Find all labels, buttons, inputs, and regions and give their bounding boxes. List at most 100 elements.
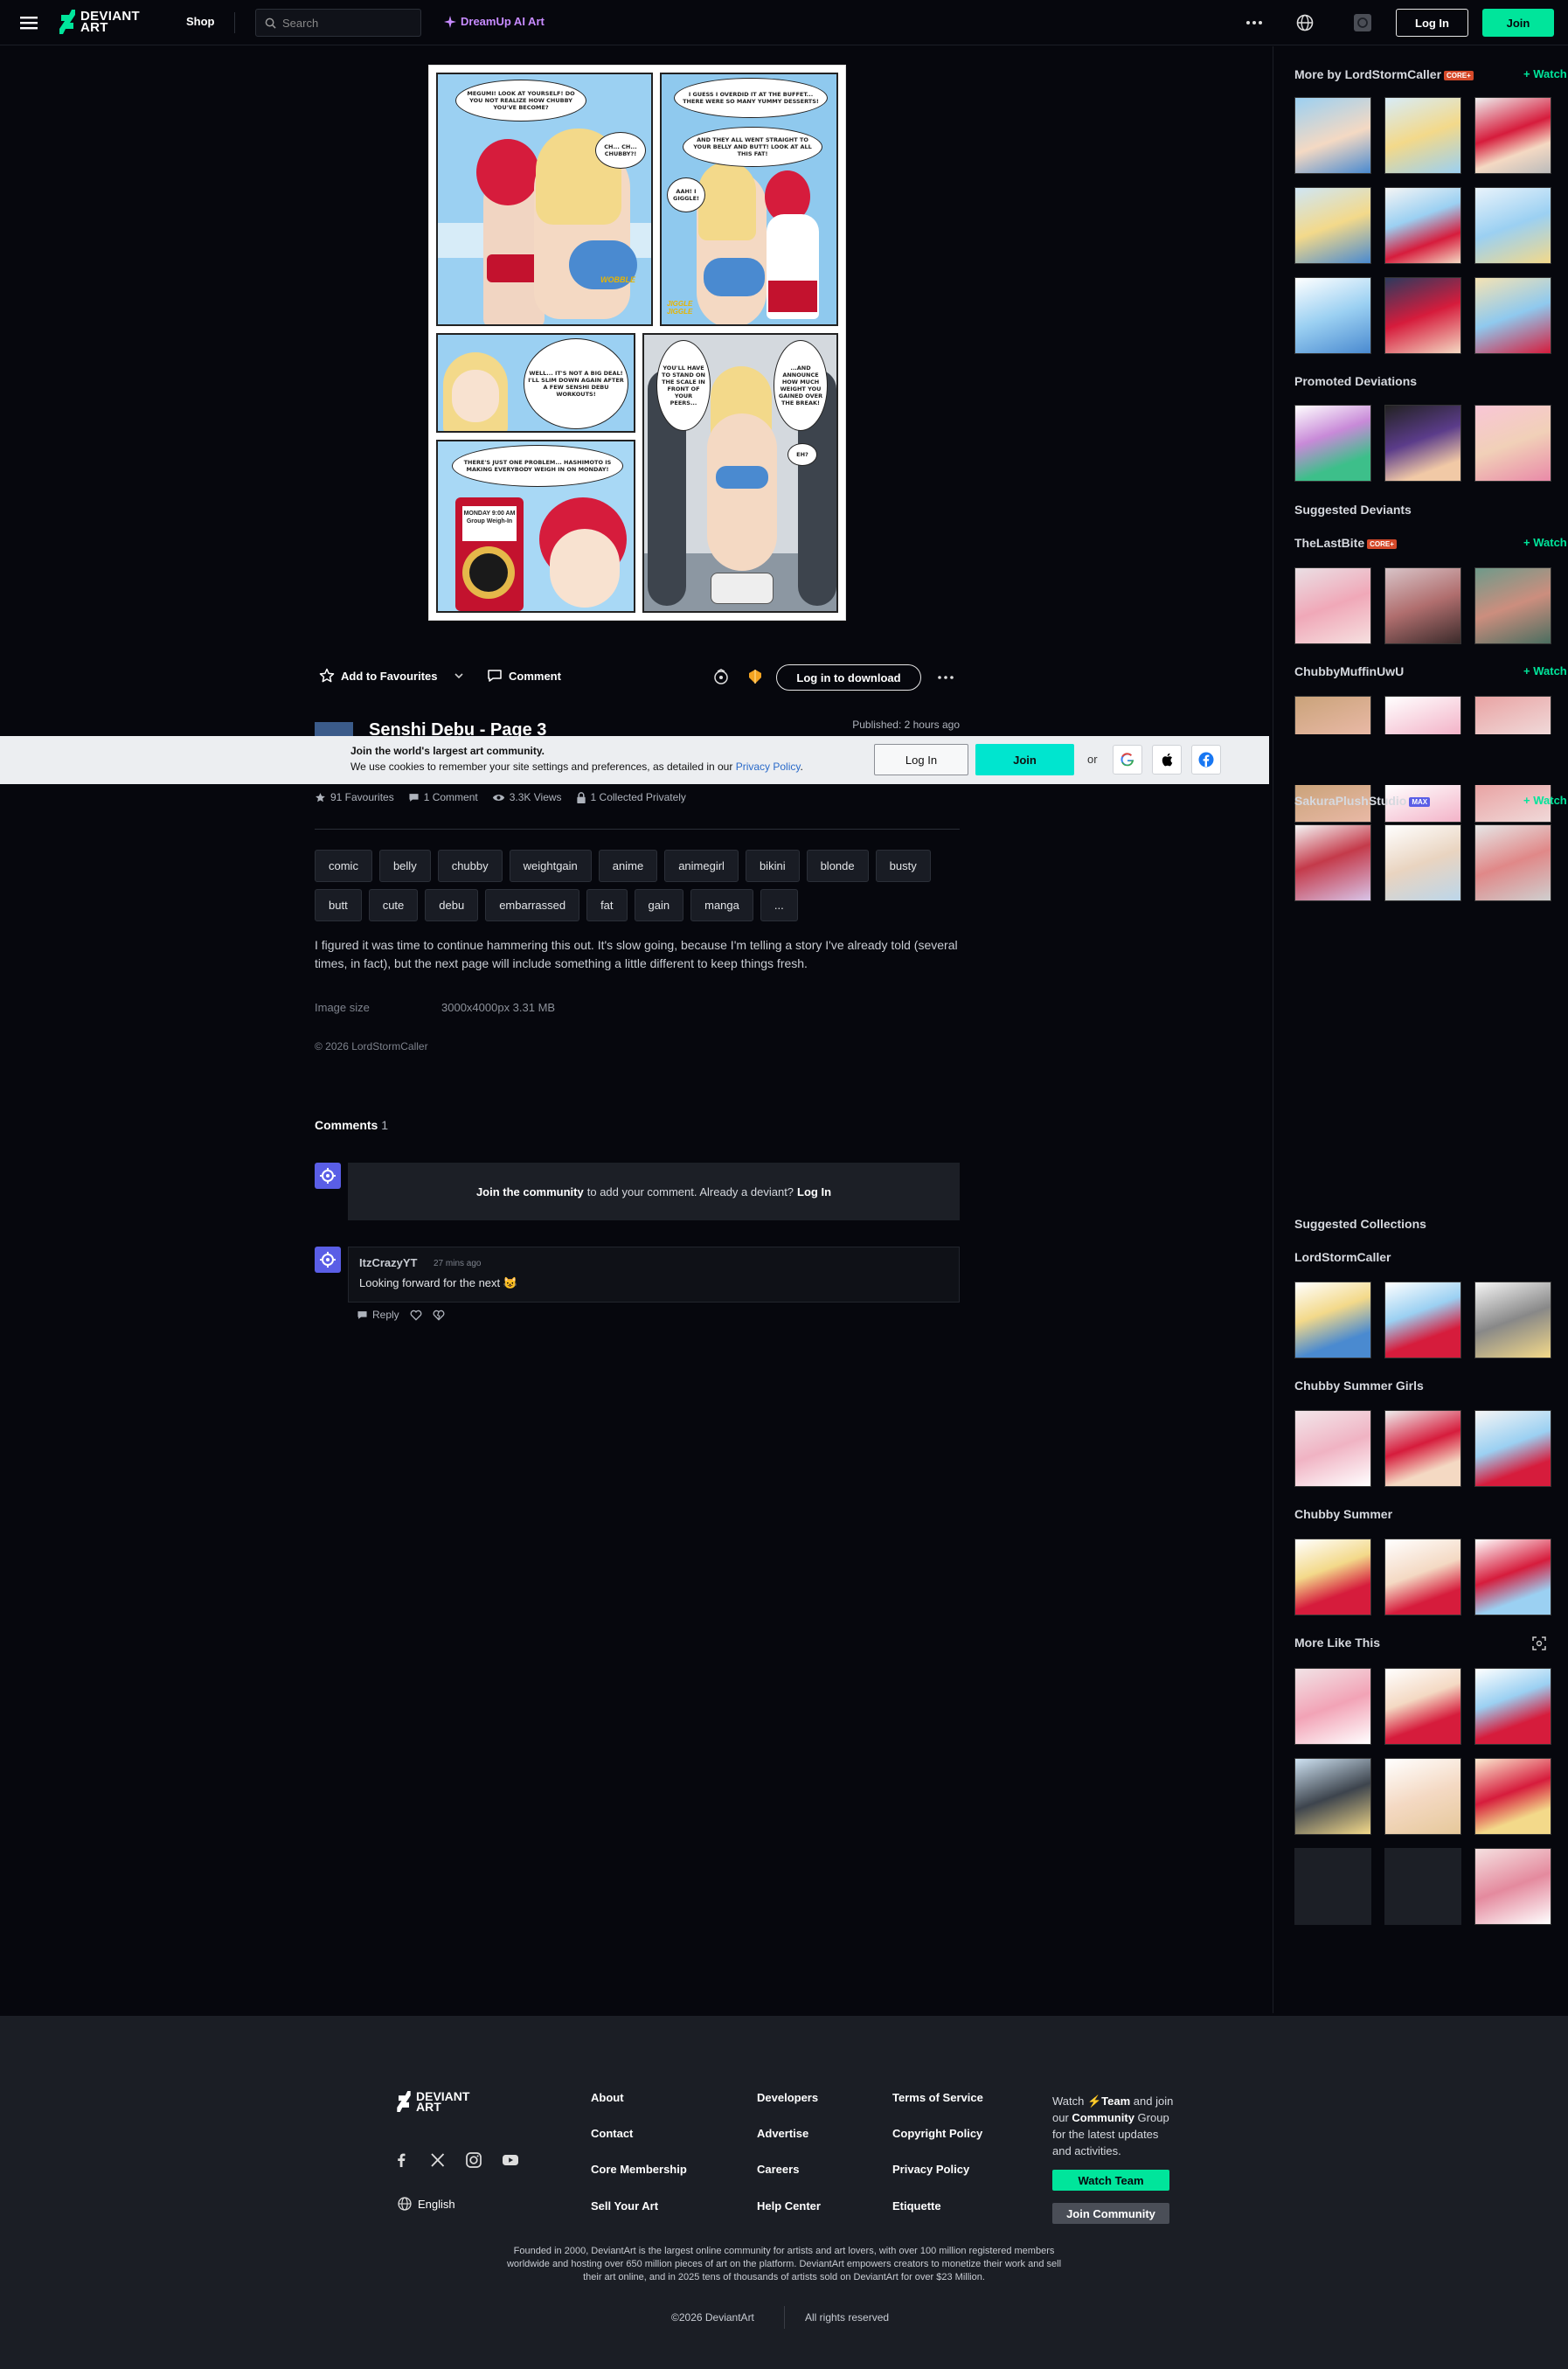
thumbnail[interactable]: [1474, 567, 1551, 644]
login-to-download-button[interactable]: Log in to download: [776, 664, 921, 691]
thumbnail[interactable]: [1294, 567, 1371, 644]
tag[interactable]: debu: [425, 889, 479, 921]
footer-link[interactable]: Sell Your Art: [591, 2199, 658, 2213]
chevron-down-icon[interactable]: [453, 670, 465, 682]
comment-button[interactable]: Comment: [487, 668, 561, 684]
search-input[interactable]: [282, 16, 413, 30]
thumbnail[interactable]: [1294, 1410, 1371, 1487]
thumbnail[interactable]: [1294, 1539, 1371, 1615]
join-button[interactable]: Join: [1482, 9, 1554, 37]
thumbnail[interactable]: [1384, 1758, 1461, 1835]
thumbnail[interactable]: [1474, 1758, 1551, 1835]
thumbnail[interactable]: [1294, 277, 1371, 354]
deviant-name[interactable]: SakuraPlushStudio MAX: [1294, 794, 1431, 808]
thumbnail[interactable]: [1384, 1539, 1461, 1615]
thumbnail[interactable]: [1384, 567, 1461, 644]
comment-username[interactable]: ItzCrazyYT: [359, 1256, 417, 1269]
shop-link[interactable]: Shop: [186, 15, 215, 28]
thumbnail[interactable]: [1384, 1848, 1461, 1925]
footer-link[interactable]: Advertise: [757, 2127, 808, 2140]
show-more-tags-button[interactable]: ...: [760, 889, 798, 921]
more-by-heading[interactable]: More by LordStormCaller CORE+: [1294, 67, 1474, 81]
thumbnail[interactable]: [1294, 1668, 1371, 1745]
deviant-name[interactable]: TheLastBite CORE+: [1294, 536, 1397, 550]
thumbnail[interactable]: [1384, 824, 1461, 901]
dreamup-link[interactable]: DreamUp AI Art: [444, 15, 545, 28]
tag[interactable]: busty: [875, 850, 931, 882]
google-signin-button[interactable]: [1113, 745, 1142, 775]
search-box[interactable]: [255, 9, 421, 37]
footer-link[interactable]: Help Center: [757, 2199, 821, 2213]
footer-link[interactable]: Terms of Service: [892, 2091, 983, 2104]
thumbnail[interactable]: [1294, 187, 1371, 264]
thumbnail[interactable]: [1294, 1282, 1371, 1358]
footer-link[interactable]: Developers: [757, 2091, 818, 2104]
footer-link[interactable]: Contact: [591, 2127, 633, 2140]
thumbnail[interactable]: [1384, 1282, 1461, 1358]
footer-link[interactable]: Core Membership: [591, 2163, 687, 2176]
thumbnail[interactable]: [1384, 187, 1461, 264]
apple-signin-button[interactable]: [1152, 745, 1182, 775]
watch-button[interactable]: + Watch: [1523, 664, 1567, 677]
footer-link[interactable]: Privacy Policy: [892, 2163, 969, 2176]
thumbnail[interactable]: [1474, 1282, 1551, 1358]
watch-team-button[interactable]: Watch Team: [1052, 2170, 1169, 2191]
facebook-signin-button[interactable]: [1191, 745, 1221, 775]
instagram-icon[interactable]: [464, 2150, 483, 2170]
menu-icon[interactable]: [19, 13, 38, 32]
thumbnail[interactable]: [1474, 1539, 1551, 1615]
collection-name[interactable]: Chubby Summer: [1294, 1507, 1392, 1521]
thumbnail[interactable]: [1384, 97, 1461, 174]
tag[interactable]: butt: [315, 889, 362, 921]
join-community-link[interactable]: Join the community: [476, 1185, 584, 1198]
thumbnail[interactable]: [1294, 1758, 1371, 1835]
login-button[interactable]: Log In: [1396, 9, 1468, 37]
thumbnail[interactable]: [1474, 824, 1551, 901]
broken-heart-icon[interactable]: [433, 1310, 445, 1321]
tag[interactable]: comic: [315, 850, 372, 882]
watch-button[interactable]: + Watch: [1523, 536, 1567, 549]
thumbnail[interactable]: [1384, 1668, 1461, 1745]
tag[interactable]: weightgain: [509, 850, 592, 882]
thumbnail[interactable]: [1384, 405, 1461, 482]
thumbnail[interactable]: [1474, 1848, 1551, 1925]
thumbnail[interactable]: [1384, 1410, 1461, 1487]
thumbnail[interactable]: [1294, 696, 1371, 734]
footer-link[interactable]: Etiquette: [892, 2199, 941, 2213]
give-badge-icon[interactable]: [712, 668, 730, 685]
x-twitter-icon[interactable]: [428, 2150, 448, 2170]
deviantart-logo[interactable]: DEVIANT ART: [59, 10, 140, 34]
tag[interactable]: fat: [586, 889, 628, 921]
footer-link[interactable]: About: [591, 2091, 624, 2104]
thumbnail[interactable]: [1384, 696, 1461, 734]
footer-link[interactable]: Careers: [757, 2163, 799, 2176]
thumbnail[interactable]: [1474, 1410, 1551, 1487]
tag[interactable]: animegirl: [664, 850, 739, 882]
more-icon[interactable]: [1245, 13, 1264, 32]
tag[interactable]: chubby: [437, 850, 503, 882]
add-to-favourites-button[interactable]: Add to Favourites: [319, 668, 465, 684]
tag[interactable]: blonde: [806, 850, 869, 882]
thumbnail[interactable]: [1474, 277, 1551, 354]
join-community-button[interactable]: Join Community: [1052, 2203, 1169, 2224]
thumbnail[interactable]: [1474, 696, 1551, 734]
tag[interactable]: embarrassed: [485, 889, 580, 921]
avatar[interactable]: [315, 1247, 341, 1273]
facebook-icon[interactable]: [392, 2150, 411, 2170]
comment-time[interactable]: 27 mins ago: [434, 1259, 481, 1268]
thumbnail[interactable]: [1294, 405, 1371, 482]
comment-login-link[interactable]: Log In: [797, 1185, 831, 1198]
thumbnail[interactable]: [1474, 1668, 1551, 1745]
tag[interactable]: manga: [690, 889, 753, 921]
footer-link[interactable]: Copyright Policy: [892, 2127, 982, 2140]
user-avatar-icon[interactable]: [1353, 13, 1372, 32]
globe-icon[interactable]: [1295, 13, 1315, 32]
deviant-name[interactable]: ChubbyMuffinUwU: [1294, 664, 1404, 678]
collection-name[interactable]: LordStormCaller: [1294, 1250, 1391, 1264]
collection-name[interactable]: Chubby Summer Girls: [1294, 1379, 1424, 1393]
thumbnail[interactable]: [1384, 277, 1461, 354]
thumbnail[interactable]: [1294, 1848, 1371, 1925]
cookie-login-button[interactable]: Log In: [874, 744, 968, 775]
tag[interactable]: gain: [634, 889, 684, 921]
visual-search-icon[interactable]: [1532, 1636, 1546, 1650]
